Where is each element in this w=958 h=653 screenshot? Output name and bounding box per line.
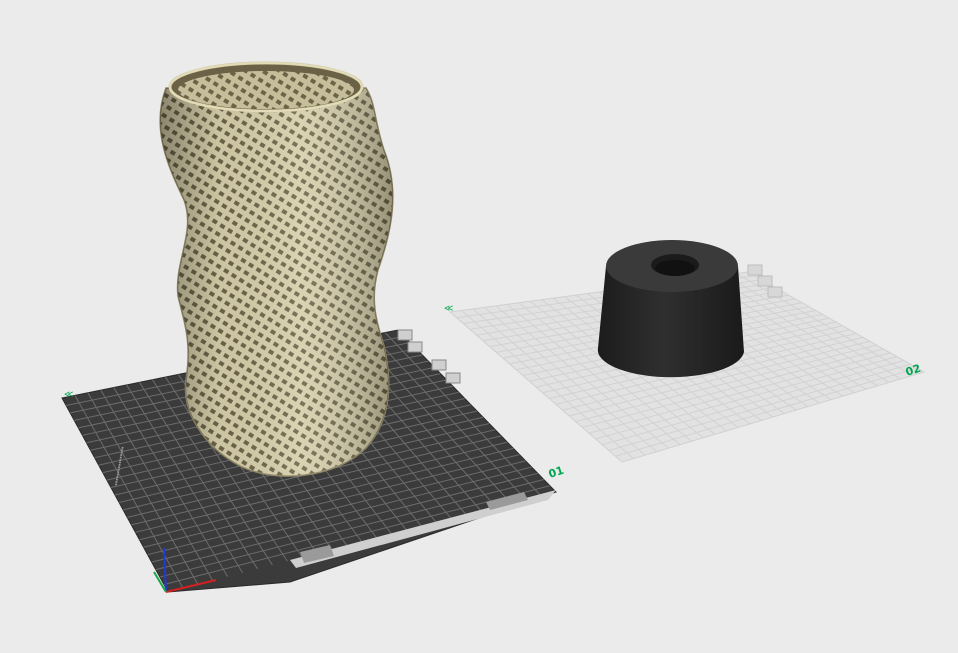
arrange-icon[interactable] — [431, 359, 447, 371]
lock-icon[interactable] — [407, 341, 423, 353]
select-plate-icon[interactable] — [397, 329, 413, 341]
plate-01-label: 01 — [547, 464, 566, 481]
settings-icon[interactable] — [445, 372, 461, 384]
twisted-lattice-vase[interactable] — [159, 61, 394, 477]
3d-viewport[interactable]: 02 ≪ ▪▪▪▪▪▪▪▪▪▪▪▪▪▪▪▪ 01 ≪ — [0, 0, 958, 653]
plate-01-corner-icon: ≪ — [64, 389, 73, 399]
plate-02-corner-icon: ≪ — [444, 303, 453, 313]
cylinder-spacer[interactable] — [597, 240, 744, 378]
